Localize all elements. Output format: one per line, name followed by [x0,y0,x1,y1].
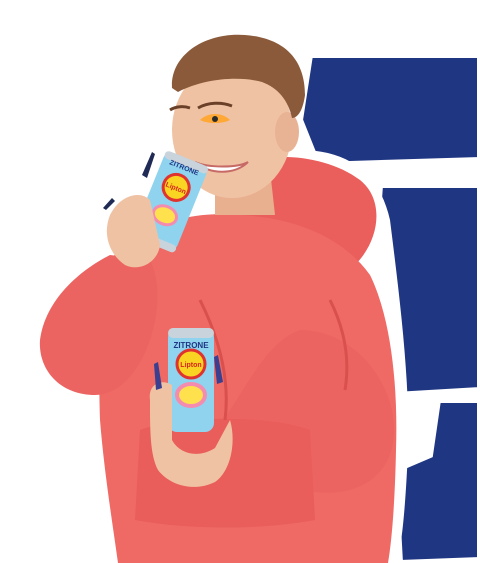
bottom-can-brand: Lipton [180,362,201,369]
photo-composition: Lipton ZITRONE ZITRONE Lipton [0,0,480,563]
bottom-can: ZITRONE Lipton [168,328,214,432]
can-lid [168,328,214,338]
lemon-graphic [175,382,207,408]
blue-shape-top [296,52,480,169]
ear [275,112,299,152]
eye [212,116,218,122]
